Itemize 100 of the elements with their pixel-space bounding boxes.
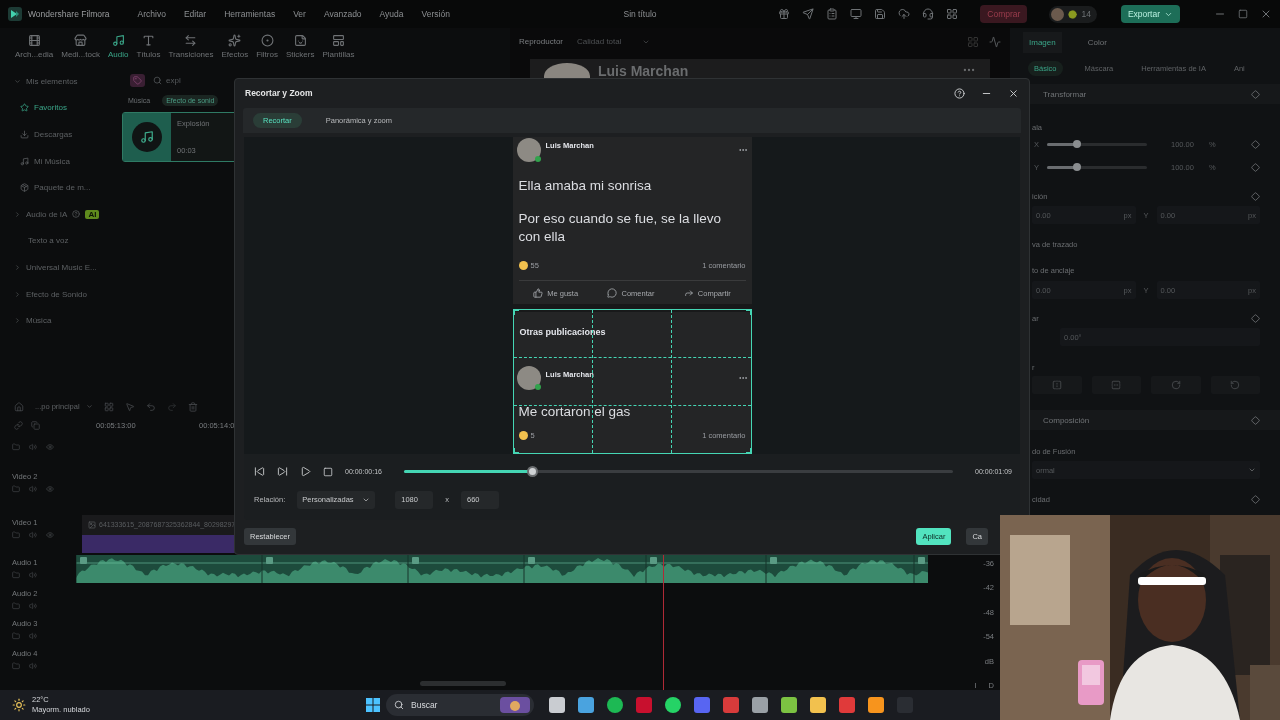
keyframe-icon[interactable] (1251, 415, 1260, 425)
sidebar-item[interactable]: Descargas (0, 121, 118, 148)
waveform-icon[interactable] (989, 35, 1001, 48)
caret-icon (14, 290, 21, 298)
star-icon (20, 103, 29, 113)
image-icon (88, 520, 96, 529)
toolbar-tab[interactable]: Títulos (133, 34, 164, 59)
headset-icon[interactable] (922, 8, 935, 20)
monitor-icon[interactable] (850, 8, 863, 20)
rotate-right-button[interactable] (1151, 376, 1201, 394)
menu-item[interactable]: Archivo (137, 9, 166, 19)
keyframe-icon[interactable] (1251, 89, 1260, 99)
toolbar-tab[interactable]: Audio (104, 34, 132, 59)
reaction-icon (518, 430, 528, 440)
speaker-icon[interactable] (29, 485, 37, 493)
menu-item[interactable]: Editar (183, 9, 207, 19)
credits-pill[interactable]: 14 (1049, 5, 1097, 23)
app-icon[interactable] (809, 697, 826, 713)
keyframe-icon[interactable] (1251, 313, 1260, 323)
send-icon[interactable] (802, 8, 815, 20)
stop-icon[interactable] (323, 466, 333, 477)
app-icon[interactable] (867, 697, 884, 713)
toolbar-tab[interactable]: Medi...tock (58, 34, 103, 59)
play-icon[interactable] (300, 466, 311, 478)
sidebar-item[interactable]: Favoritos (0, 94, 118, 122)
compare-icon[interactable] (967, 35, 979, 48)
app-icon[interactable] (780, 697, 797, 713)
flip-horizontal-button[interactable] (1032, 376, 1082, 394)
menu-item[interactable]: Versión (421, 9, 450, 19)
quality-dropdown[interactable]: Calidad total (573, 35, 654, 48)
cloud-icon[interactable] (898, 8, 911, 20)
sidebar-item[interactable]: Mi Música (0, 147, 118, 175)
menu-item[interactable]: Herramientas (224, 9, 276, 19)
menu-item[interactable]: Avanzado (323, 9, 362, 19)
eye-icon[interactable] (46, 442, 54, 451)
gift-icon[interactable] (778, 8, 791, 20)
taskbar-search[interactable]: Buscar (386, 694, 534, 716)
scale-slider[interactable] (1047, 142, 1147, 146)
close-icon[interactable] (1260, 8, 1272, 20)
eye-icon[interactable] (46, 485, 54, 493)
app-icon[interactable] (664, 697, 681, 713)
rotate-left-button[interactable] (1210, 376, 1260, 394)
app-icon[interactable] (606, 697, 623, 713)
toolbar-tab[interactable]: Arch...edia (12, 34, 57, 59)
app-icon[interactable] (548, 697, 565, 713)
link-icon[interactable] (14, 421, 23, 431)
scrollbar[interactable] (420, 681, 506, 686)
properties-tab[interactable]: Imagen (1023, 31, 1062, 53)
toolbar-tab[interactable]: Stickers (282, 34, 318, 59)
clipboard-icon[interactable] (826, 8, 839, 20)
scale-slider[interactable] (1047, 165, 1147, 169)
flip-vertical-button[interactable] (1091, 376, 1141, 394)
speaker-icon[interactable] (29, 571, 37, 579)
grid-icon[interactable] (946, 8, 959, 20)
properties-tab[interactable]: Color (1081, 31, 1113, 53)
toolbar-tab[interactable]: Efectos (218, 34, 252, 59)
rotate-right-icon (1170, 380, 1181, 390)
next-frame-icon[interactable] (277, 466, 288, 478)
speaker-icon[interactable] (29, 662, 37, 670)
toolbar-tab[interactable]: Transiciones (165, 34, 217, 59)
search-field[interactable]: expl (153, 75, 243, 85)
caret-icon[interactable] (1248, 466, 1256, 474)
keyframe-icon[interactable] (1251, 162, 1260, 172)
sidebar-item[interactable]: Mis elementos (0, 68, 118, 95)
keyframe-icon[interactable] (1251, 494, 1260, 504)
app-icon[interactable] (751, 697, 768, 713)
speaker-icon[interactable] (29, 632, 37, 640)
app-icon[interactable] (577, 697, 594, 713)
avatar (516, 137, 541, 162)
menu-item[interactable]: Ayuda (379, 9, 404, 19)
keyframe-icon[interactable] (1251, 191, 1260, 201)
previous-frame-icon[interactable] (254, 466, 265, 478)
sidebar-item[interactable]: Texto a voz (0, 227, 118, 255)
toolbar-tab[interactable]: Filtros (253, 34, 281, 59)
keyframe-icon[interactable] (1251, 139, 1260, 149)
toolbar-tab[interactable]: Plantillas (319, 34, 358, 59)
sidebar-item[interactable]: Audio de IA AI (0, 200, 118, 228)
maximize-icon[interactable] (1238, 9, 1248, 19)
delete-icon[interactable] (187, 401, 198, 412)
close-icon[interactable] (1008, 87, 1019, 99)
eye-icon[interactable] (46, 531, 54, 539)
export-button[interactable]: Exportar (1120, 5, 1180, 23)
audio-waveform[interactable] (76, 554, 928, 583)
sidebar-item[interactable]: Paquete de m... (0, 174, 118, 201)
menu-item[interactable]: Ver (293, 9, 306, 19)
sidebar-item[interactable]: Efecto de Sonido (0, 280, 118, 308)
caret-icon (14, 263, 21, 271)
undo-icon[interactable] (145, 401, 156, 412)
pointer-icon[interactable] (124, 401, 135, 412)
home-icon[interactable] (14, 401, 24, 412)
save-icon[interactable] (874, 8, 887, 20)
tag-button[interactable] (130, 73, 145, 87)
buy-button[interactable]: Comprar (980, 5, 1028, 23)
crop-frame[interactable] (512, 308, 752, 454)
text-icon (141, 34, 155, 47)
speaker-icon[interactable] (29, 531, 37, 539)
sidebar-item[interactable]: Música (0, 307, 118, 334)
start-icon[interactable] (366, 698, 380, 712)
speaker-icon[interactable] (29, 602, 37, 610)
speaker-icon[interactable] (29, 442, 37, 451)
